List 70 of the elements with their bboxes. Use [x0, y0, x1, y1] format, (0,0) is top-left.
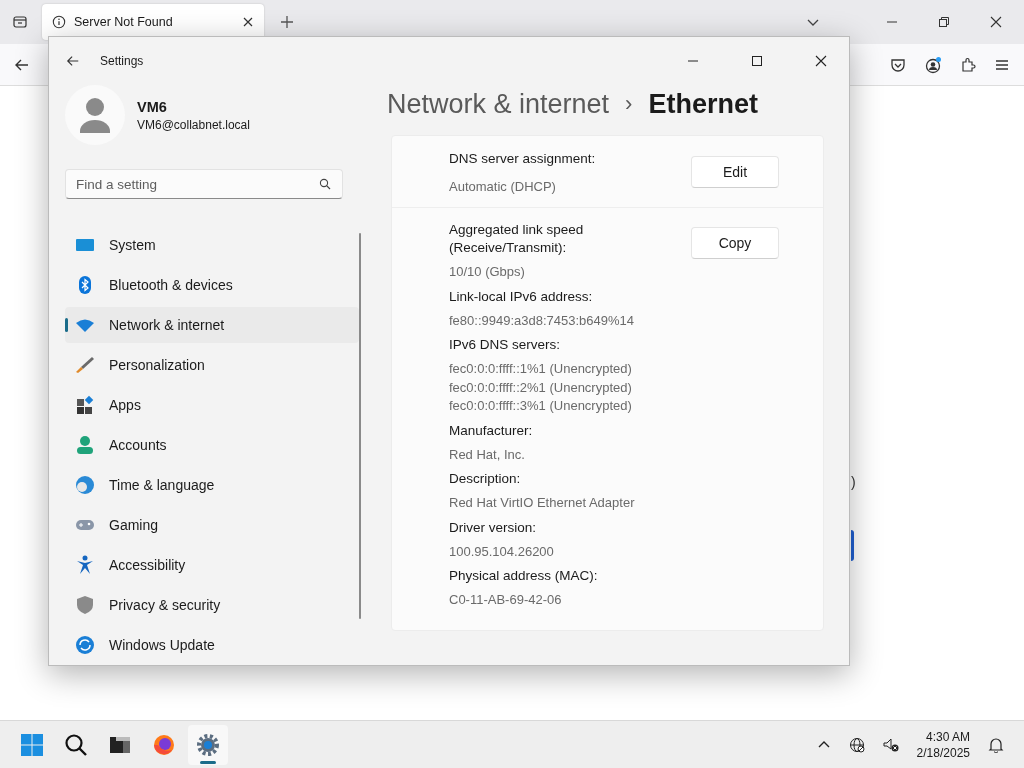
category-icon — [75, 355, 95, 375]
nav-item[interactable]: System — [65, 227, 359, 263]
property-value: 10/10 (Gbps) — [449, 263, 526, 281]
page-title: Ethernet — [648, 88, 758, 120]
back-arrow-icon[interactable] — [66, 54, 80, 68]
category-icon — [75, 435, 95, 455]
user-name: VM6 — [137, 98, 168, 115]
restore-icon[interactable] — [938, 16, 950, 28]
tab-list-icon[interactable] — [12, 14, 28, 30]
window-title: Settings — [100, 54, 144, 68]
nav-item[interactable]: Accessibility — [65, 547, 359, 583]
property-value: Red Hat, Inc. — [449, 445, 526, 464]
edit-button[interactable]: Edit — [691, 156, 779, 188]
nav-item[interactable]: Privacy & security — [65, 587, 359, 623]
category-icon — [75, 475, 95, 495]
nav-item[interactable]: Network & internet — [65, 307, 359, 343]
nav-item[interactable]: Windows Update — [65, 627, 359, 663]
nav-item[interactable]: Accounts — [65, 427, 359, 463]
property-label: Driver version: — [449, 518, 538, 537]
property-label: Aggregated link speed (Receive/Transmit): — [449, 221, 585, 257]
property-label: Manufacturer: — [449, 421, 534, 440]
windows-logo-icon — [20, 732, 44, 757]
close-icon[interactable] — [990, 16, 1002, 28]
new-tab-icon[interactable] — [280, 15, 294, 29]
category-icon — [75, 555, 95, 575]
extensions-icon[interactable] — [960, 56, 976, 73]
clock-time[interactable]: 4:30 AM — [925, 728, 970, 745]
info-icon — [52, 15, 66, 29]
property-value: fec0:0:0:ffff::3%1 (Unencrypted) — [449, 397, 633, 415]
breadcrumb-link[interactable]: Network & internet — [387, 88, 610, 120]
tab-title: Server Not Found — [74, 15, 174, 29]
breadcrumb-separator: › — [625, 91, 633, 117]
category-icon — [75, 635, 95, 655]
property-value: Red Hat VirtIO Ethernet Adapter — [449, 494, 636, 512]
pocket-icon[interactable] — [890, 56, 906, 73]
property-label: Description: — [449, 470, 522, 488]
search-icon — [64, 732, 88, 757]
property-value: 100.95.104.26200 — [449, 542, 555, 561]
property-value: fec0:0:0:ffff::1%1 (Unencrypted) — [449, 360, 633, 378]
copy-button[interactable]: Copy — [691, 227, 779, 259]
bell-icon[interactable] — [988, 736, 1004, 753]
avatar-icon — [65, 85, 125, 145]
property-label: Physical address (MAC): — [449, 567, 599, 585]
property-value: fec0:0:0:ffff::2%1 (Unencrypted) — [449, 378, 633, 397]
close-icon[interactable] — [815, 55, 827, 67]
search-icon[interactable] — [319, 178, 331, 190]
clock-date[interactable]: 2/18/2025 — [916, 744, 970, 761]
nav-item[interactable]: Apps — [65, 387, 359, 423]
close-icon[interactable] — [242, 16, 254, 28]
property-label: DNS server assignment: — [449, 150, 597, 168]
search-field[interactable]: Find a setting — [65, 169, 343, 199]
property-label: IPv6 DNS servers: — [449, 336, 562, 354]
firefox-icon — [152, 732, 176, 757]
property-value: fe80::9949:a3d8:7453:b649%14 — [449, 311, 636, 330]
nav-item[interactable]: Personalization — [65, 347, 359, 383]
speaker-muted-icon[interactable] — [882, 736, 899, 753]
nav-item[interactable]: Bluetooth & devices — [65, 267, 359, 303]
category-icon — [75, 595, 95, 615]
account-icon[interactable] — [924, 55, 942, 74]
globe-icon[interactable] — [848, 736, 865, 753]
maximize-icon[interactable] — [751, 55, 763, 67]
page-text: ) — [851, 474, 856, 490]
nav-item[interactable]: Time & language — [65, 467, 359, 503]
gear-icon — [196, 732, 220, 757]
user-email: VM6@collabnet.local — [137, 117, 250, 132]
property-label: Link-local IPv6 address: — [449, 287, 594, 306]
property-value: C0-11-AB-69-42-06 — [449, 591, 563, 609]
nav-item[interactable]: Gaming — [65, 507, 359, 543]
category-icon — [75, 395, 95, 415]
property-value: Automatic (DHCP) — [449, 178, 557, 196]
